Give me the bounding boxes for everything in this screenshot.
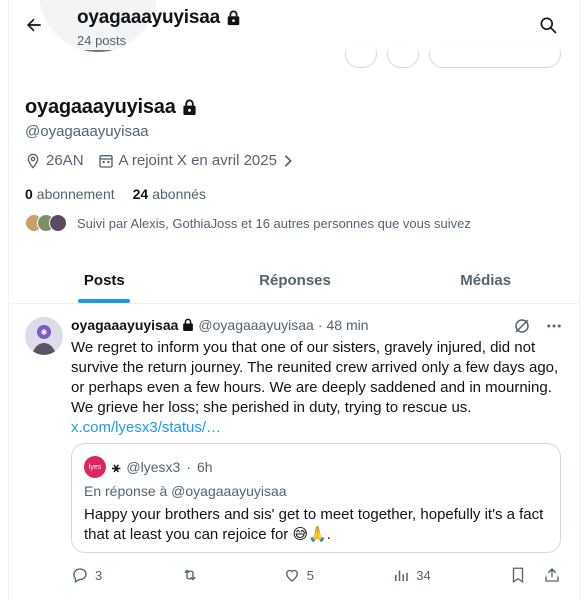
tweet-handle[interactable]: @oyagaaayuyisaa: [198, 317, 313, 333]
display-name-text: oyagaaayuyisaa: [25, 96, 176, 118]
followers-label: abonnés: [152, 186, 206, 202]
quote-name-symbol: ⚹: [112, 458, 121, 475]
sticky-header: oyagaaayuyisaa 24 posts: [9, 0, 579, 50]
avatar[interactable]: ✱: [25, 317, 63, 355]
tab-posts[interactable]: Posts: [9, 258, 200, 303]
views-count: 34: [416, 567, 431, 583]
tweet-author-name: oyagaaayuyisaa: [71, 317, 179, 333]
tweet-icons: [513, 317, 563, 335]
tab-label: Réponses: [259, 272, 331, 289]
profile-tabs: Posts Réponses Médias: [9, 258, 579, 304]
tab-label: Posts: [83, 272, 125, 289]
svg-text:✱: ✱: [41, 328, 48, 337]
calendar-icon: [98, 153, 114, 169]
followed-by-text: Suivi par Alexis, GothiaJoss et 16 autre…: [77, 215, 471, 231]
like-button[interactable]: 5: [283, 566, 314, 584]
profile-handle: @oyagaaayuyisaa: [25, 123, 149, 140]
back-arrow-icon[interactable]: [23, 14, 45, 36]
repost-button[interactable]: [181, 566, 205, 584]
quote-text: Happy your brothers and sis' get to meet…: [84, 506, 544, 543]
tweet-actions: 3 5 34: [71, 566, 561, 584]
tweet-author[interactable]: oyagaaayuyisaa: [71, 317, 194, 333]
location-pin-icon: [25, 153, 41, 169]
chevron-right-icon: [282, 154, 294, 168]
search-icon[interactable]: [537, 14, 559, 36]
repost-icon: [181, 566, 199, 584]
like-count: 5: [306, 567, 314, 583]
avatar[interactable]: lyes: [84, 456, 106, 478]
views-chart-icon: [392, 566, 410, 584]
following-count: 0: [25, 186, 33, 202]
tab-label: Médias: [460, 272, 512, 289]
active-tab-indicator: [78, 299, 131, 303]
tweet-time[interactable]: 48 min: [326, 317, 368, 333]
avatar: [49, 214, 67, 232]
join-date-text: A rejoint X en avril 2025: [118, 152, 277, 169]
share-icon[interactable]: [543, 566, 561, 584]
reply-icon: [71, 566, 89, 584]
quote-avatar-text: lyes: [88, 463, 102, 471]
reply-button[interactable]: 3: [71, 566, 102, 584]
tab-replies[interactable]: Réponses: [200, 258, 391, 303]
join-date[interactable]: A rejoint X en avril 2025: [98, 152, 294, 169]
tweet-header: oyagaaayuyisaa @oyagaaayuyisaa · 48 min: [71, 317, 369, 333]
more-options-icon[interactable]: [545, 317, 563, 335]
lock-icon: [182, 99, 197, 116]
profile-page: oyagaaayuyisaa 24 posts oyagaaayuyisaa @…: [8, 0, 580, 600]
tweet-actions-right: [509, 566, 561, 584]
quote-reply-to: En réponse à @oyagaaayuyisaa: [84, 483, 287, 499]
posts-count: 24 posts: [77, 33, 127, 48]
separator-dot: ·: [317, 317, 323, 333]
tweet-body: We regret to inform you that one of our …: [71, 338, 561, 438]
follower-avatars: [25, 214, 67, 232]
tweet[interactable]: ✱ oyagaaayuyisaa @oyagaaayuyisaa · 48 mi…: [9, 305, 579, 600]
tweet-link[interactable]: x.com/lyesx3/status/…: [71, 419, 221, 436]
tab-media[interactable]: Médias: [390, 258, 579, 303]
quote-header: lyes ⚹ @lyesx3 · 6h: [84, 456, 213, 478]
quote-time: 6h: [196, 459, 213, 475]
views-button[interactable]: 34: [392, 566, 431, 584]
location: 26AN: [25, 152, 84, 169]
quoted-tweet[interactable]: lyes ⚹ @lyesx3 · 6h En réponse à @oyagaa…: [71, 443, 561, 553]
followed-by[interactable]: Suivi par Alexis, GothiaJoss et 16 autre…: [25, 214, 471, 232]
header-name: oyagaaayuyisaa: [77, 7, 220, 28]
followers-count: 24: [132, 186, 149, 202]
quote-handle: @lyesx3: [126, 459, 181, 475]
location-text: 26AN: [46, 152, 84, 169]
tweet-text: We regret to inform you that one of our …: [71, 339, 559, 416]
profile-meta: 26AN A rejoint X en avril 2025: [25, 152, 308, 169]
lock-icon: [226, 10, 241, 26]
lock-icon: [182, 318, 194, 332]
follow-stats: 0 abonnement 24 abonnés: [25, 186, 224, 202]
heart-icon: [283, 566, 301, 584]
reply-count: 3: [95, 567, 103, 583]
followers-link[interactable]: 24 abonnés: [133, 186, 206, 202]
following-label: abonnement: [36, 186, 115, 202]
display-name: oyagaaayuyisaa: [25, 96, 197, 119]
separator-dot: ·: [186, 459, 191, 475]
following-link[interactable]: 0 abonnement: [25, 186, 115, 202]
grok-icon[interactable]: [513, 317, 531, 335]
header-title: oyagaaayuyisaa: [77, 7, 241, 29]
bookmark-icon[interactable]: [509, 566, 527, 584]
